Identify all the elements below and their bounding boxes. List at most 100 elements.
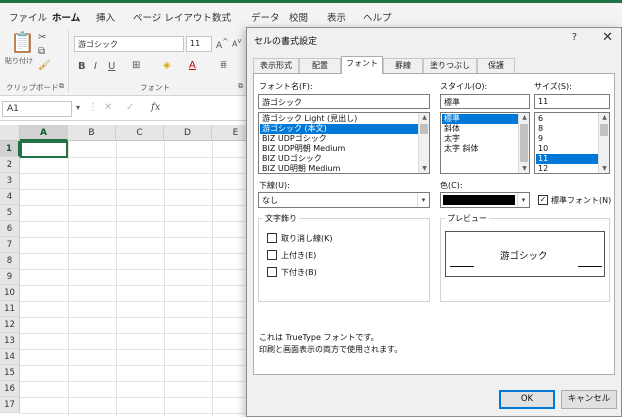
column-header-a[interactable]: A [20,125,68,141]
font-list-item[interactable]: BIZ UDPゴシック [260,134,418,144]
menu-data[interactable]: データ [251,10,280,24]
scroll-down-icon[interactable]: ▼ [420,165,429,172]
menu-home[interactable]: ホーム [52,10,81,29]
style-list-item[interactable]: 斜体 [442,124,518,134]
row-header[interactable]: 9 [0,269,20,285]
name-box[interactable]: A1 [2,101,72,117]
confirm-entry-icon[interactable]: ✓ [126,102,134,113]
row-header[interactable]: 8 [0,253,20,269]
style-list[interactable]: 標準 斜体 太字 太字 斜体 ▲ ▼ [440,112,530,174]
subscript-checkbox[interactable] [267,267,277,277]
underline-icon[interactable]: U [108,61,115,72]
font-name-list[interactable]: 游ゴシック Light (見出し) 游ゴシック (本文) BIZ UDPゴシック… [258,112,430,174]
style-input[interactable]: 標準 [440,94,530,109]
tab-alignment[interactable]: 配置 [299,58,341,73]
tab-number-format[interactable]: 表示形式 [253,58,299,73]
help-icon[interactable]: ? [572,32,577,43]
strikethrough-label[interactable]: 取り消し線(K) [281,233,333,244]
font-list-item[interactable]: BIZ UD明朝 Medium [260,164,418,173]
style-list-item[interactable]: 標準 [442,114,518,124]
column-header-b[interactable]: B [68,125,116,141]
row-header[interactable]: 7 [0,237,20,253]
size-list[interactable]: 6 8 9 10 11 12 ▲ ▼ [534,112,610,174]
size-input[interactable]: 11 [534,94,610,109]
tab-font[interactable]: フォント [341,56,383,74]
copy-icon[interactable]: ⧉ [38,46,45,57]
active-cell[interactable] [20,141,68,158]
menu-help[interactable]: ヘルプ [363,10,392,24]
row-header[interactable]: 16 [0,381,20,397]
clipboard-launcher-icon[interactable]: ⧉ [59,82,64,91]
menu-view[interactable]: 表示 [327,10,346,24]
shrink-font-icon[interactable]: Av [232,37,241,49]
menu-formulas[interactable]: 数式 [212,10,231,24]
insert-function-icon[interactable]: fx [151,102,160,113]
superscript-checkbox[interactable] [267,250,277,260]
row-header[interactable]: 15 [0,365,20,381]
row-header[interactable]: 13 [0,333,20,349]
size-list-item[interactable]: 11 [536,154,598,164]
format-painter-icon[interactable]: 🖌 [38,60,51,71]
close-icon[interactable]: ✕ [602,30,613,45]
color-select[interactable]: ▾ [440,192,530,208]
normal-font-checkbox[interactable]: ✓ [538,195,548,205]
row-header[interactable]: 17 [0,397,20,413]
paste-icon[interactable]: 📋 [10,30,35,54]
scroll-thumb[interactable] [520,124,528,162]
row-header[interactable]: 1 [0,141,20,157]
font-name-box[interactable]: 游ゴシック [74,36,184,52]
phonetic-icon[interactable]: 亜 [220,60,227,70]
tab-fill[interactable]: 塗りつぶし [423,58,477,73]
font-name-input[interactable]: 游ゴシック [258,94,430,109]
menu-page-layout[interactable]: ページ レイアウト [133,10,212,24]
fill-color-icon[interactable]: ◈ [163,60,171,71]
cut-icon[interactable]: ✂ [38,32,46,43]
menu-file[interactable]: ファイル [9,10,47,24]
font-list-item[interactable]: BIZ UDゴシック [260,154,418,164]
menu-review[interactable]: 校閲 [289,10,308,24]
scroll-down-icon[interactable]: ▼ [520,165,529,172]
column-header-d[interactable]: D [164,125,212,141]
font-launcher-icon[interactable]: ⧉ [238,82,243,91]
normal-font-label[interactable]: 標準フォント(N) [551,195,611,206]
tab-border[interactable]: 罫線 [383,58,423,73]
bold-icon[interactable]: B [78,61,86,72]
cancel-entry-icon[interactable]: ✕ [104,102,112,113]
column-header-c[interactable]: C [116,125,164,141]
strikethrough-checkbox[interactable] [267,233,277,243]
style-list-scrollbar[interactable]: ▲ ▼ [518,113,529,173]
row-header[interactable]: 11 [0,301,20,317]
row-header[interactable]: 14 [0,349,20,365]
size-list-item[interactable]: 9 [536,134,598,144]
font-list-item[interactable]: 游ゴシック (本文) [260,124,418,134]
grow-font-icon[interactable]: A^ [216,37,228,51]
font-list-item[interactable]: BIZ UDP明朝 Medium [260,144,418,154]
size-list-item[interactable]: 10 [536,144,598,154]
cancel-button[interactable]: キャンセル [561,390,617,409]
scroll-up-icon[interactable]: ▲ [420,114,429,121]
size-list-item[interactable]: 6 [536,114,598,124]
scroll-up-icon[interactable]: ▲ [600,114,609,121]
font-list-item[interactable]: 游ゴシック Light (見出し) [260,114,418,124]
chevron-down-icon[interactable]: ▾ [417,193,429,207]
size-list-scrollbar[interactable]: ▲ ▼ [598,113,609,173]
row-header[interactable]: 6 [0,221,20,237]
row-header[interactable]: 2 [0,157,20,173]
font-size-box[interactable]: 11 [186,36,212,52]
font-color-icon[interactable]: A [189,60,196,71]
row-header[interactable]: 12 [0,317,20,333]
ok-button[interactable]: OK [499,390,555,409]
size-list-item[interactable]: 12 [536,164,598,173]
size-list-item[interactable]: 8 [536,124,598,134]
scroll-thumb[interactable] [420,124,428,134]
select-all-corner[interactable] [0,125,20,141]
row-header[interactable]: 5 [0,205,20,221]
row-header[interactable]: 10 [0,285,20,301]
italic-icon[interactable]: I [94,61,97,72]
scroll-down-icon[interactable]: ▼ [600,165,609,172]
font-list-scrollbar[interactable]: ▲ ▼ [418,113,429,173]
scroll-thumb[interactable] [600,124,608,136]
name-box-dropdown-icon[interactable]: ▾ [76,103,80,112]
style-list-item[interactable]: 太字 [442,134,518,144]
style-list-item[interactable]: 太字 斜体 [442,144,518,154]
